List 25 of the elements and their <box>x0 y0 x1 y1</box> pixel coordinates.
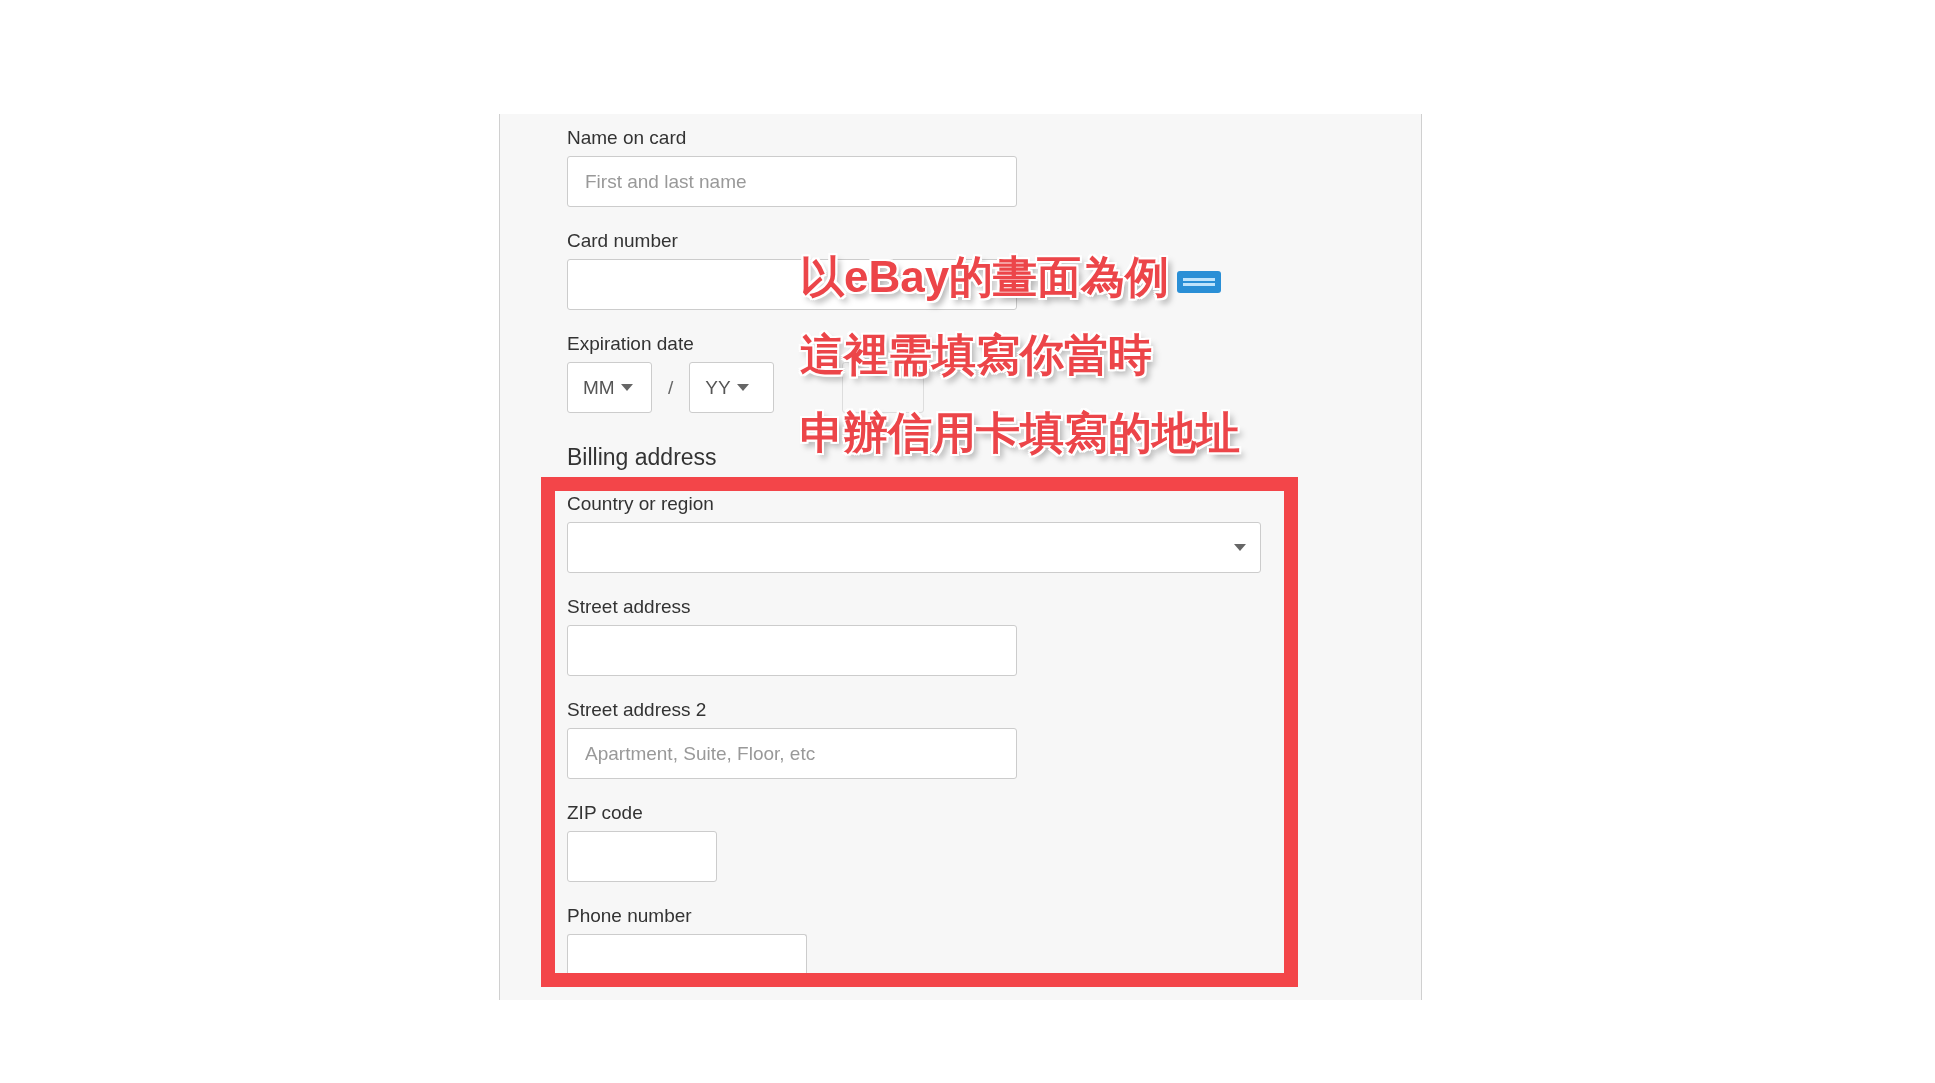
credit-card-icon <box>1177 271 1222 293</box>
field-label: Phone number <box>567 904 692 928</box>
field-label: Country or region <box>567 492 714 516</box>
caret-icon <box>620 384 633 391</box>
caret-icon <box>736 384 749 391</box>
field-label: Expiration date <box>567 332 694 356</box>
field-label: Name on card <box>567 126 687 150</box>
section-heading: Billing address <box>567 443 717 471</box>
annotation-text: 申辦信用卡填寫的地址 <box>800 406 1240 459</box>
year-select[interactable]: YY <box>689 362 775 413</box>
date-separator: / <box>668 376 674 400</box>
month-select[interactable]: MM <box>567 362 652 413</box>
input-field[interactable]: Apartment, Suite, Floor, etc <box>567 728 1017 779</box>
input-field[interactable] <box>567 934 807 974</box>
field-label: ZIP code <box>567 801 643 825</box>
caret-icon <box>1234 544 1246 551</box>
select-field[interactable] <box>567 522 1261 573</box>
annotation-text: 這裡需填寫你當時 <box>800 328 1152 381</box>
field-label: Card number <box>567 229 678 253</box>
field-label: Street address <box>567 595 691 619</box>
field-label: Street address 2 <box>567 698 707 722</box>
input-field[interactable] <box>567 831 717 882</box>
input-field[interactable] <box>567 625 1017 676</box>
annotation-text: 以eBay的畫面為例 <box>800 250 1170 303</box>
input-field[interactable]: First and last name <box>567 156 1017 207</box>
